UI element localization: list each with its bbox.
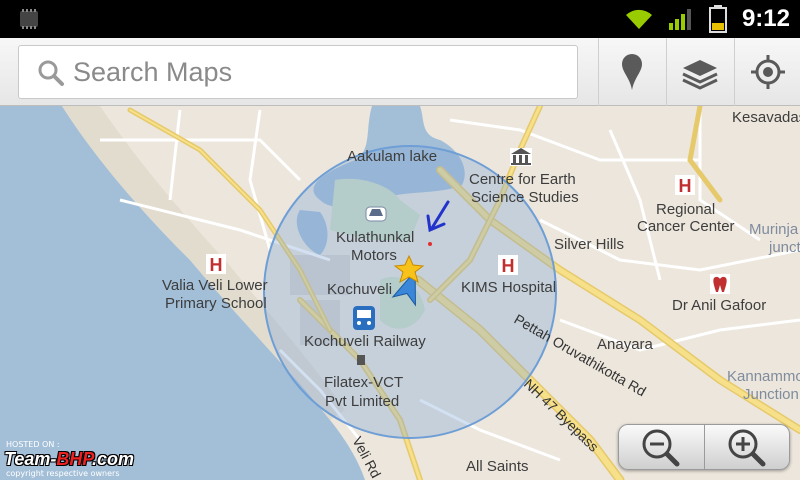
watermark-brand: Team-BHP.com	[4, 449, 135, 469]
svg-text:H: H	[502, 256, 515, 276]
label-silver-hills: Silver Hills	[554, 236, 624, 253]
status-bar: 9:12	[0, 0, 800, 38]
my-location-button[interactable]	[734, 38, 800, 106]
zoom-in-icon	[728, 429, 766, 467]
label-junct: junct	[768, 239, 800, 256]
search-toolbar: Search Maps	[0, 38, 800, 106]
place-marker-icon	[357, 355, 365, 365]
car-icon	[365, 206, 387, 222]
label-junction: Junction	[743, 386, 799, 403]
search-input[interactable]: Search Maps	[18, 45, 578, 99]
label-kannammoola: Kannammo	[727, 368, 800, 385]
label-kesavadas: Kesavadas	[732, 109, 800, 126]
zoom-out-button[interactable]	[619, 425, 704, 469]
label-filatex-1: Filatex-VCT	[324, 374, 403, 391]
gps-point	[428, 242, 432, 246]
watermark: HOSTED ON : Team-BHP.com copyright respe…	[4, 440, 194, 478]
label-valia-veli-1: Valia Veli Lower	[162, 277, 268, 294]
label-valia-veli-2: Primary School	[165, 295, 267, 312]
my-location-icon	[750, 55, 785, 89]
label-kochuveli-railway: Kochuveli Railway	[304, 333, 426, 350]
place-pin-icon	[621, 54, 642, 90]
sd-card-icon	[20, 9, 38, 29]
svg-text:H: H	[679, 176, 692, 196]
search-placeholder: Search Maps	[73, 57, 233, 87]
status-time: 9:12	[741, 5, 790, 32]
label-anayara: Anayara	[597, 336, 654, 353]
place-pin-button[interactable]	[598, 38, 664, 106]
layers-button[interactable]	[666, 38, 732, 106]
label-dr-anil: Dr Anil Gafoor	[672, 297, 766, 314]
label-centre-earth-2: Science Studies	[471, 189, 579, 206]
label-murinja: Murinja	[749, 221, 799, 238]
label-regional-cancer-1: Regional	[656, 201, 715, 218]
label-all-saints: All Saints	[466, 458, 529, 475]
label-kulathunkal-1: Kulathunkal	[336, 229, 414, 246]
zoom-in-button[interactable]	[705, 425, 790, 469]
search-icon	[38, 60, 64, 86]
dentist-icon	[710, 274, 730, 294]
signal-icon	[668, 9, 691, 30]
wifi-icon	[625, 9, 652, 29]
watermark-hosted: HOSTED ON :	[6, 440, 60, 449]
svg-text:H: H	[210, 255, 223, 275]
label-kims: KIMS Hospital	[461, 279, 556, 296]
hospital-icon-kims: H	[498, 255, 518, 276]
label-kulathunkal-2: Motors	[351, 247, 397, 264]
museum-icon	[510, 148, 532, 166]
label-kochuveli: Kochuveli	[327, 281, 392, 298]
layers-icon	[681, 60, 718, 90]
train-icon	[353, 306, 375, 330]
label-filatex-2: Pvt Limited	[325, 393, 399, 410]
zoom-controls	[618, 424, 790, 470]
label-regional-cancer-2: Cancer Center	[637, 218, 735, 235]
label-aakulam-lake: Aakulam lake	[347, 148, 437, 165]
watermark-copyright: copyright respective owners	[6, 469, 120, 478]
zoom-out-icon	[642, 429, 680, 467]
battery-icon	[708, 5, 727, 33]
label-centre-earth-1: Centre for Earth	[469, 171, 576, 188]
hospital-icon: H	[675, 175, 695, 196]
hospital-icon-valia: H	[206, 254, 226, 275]
